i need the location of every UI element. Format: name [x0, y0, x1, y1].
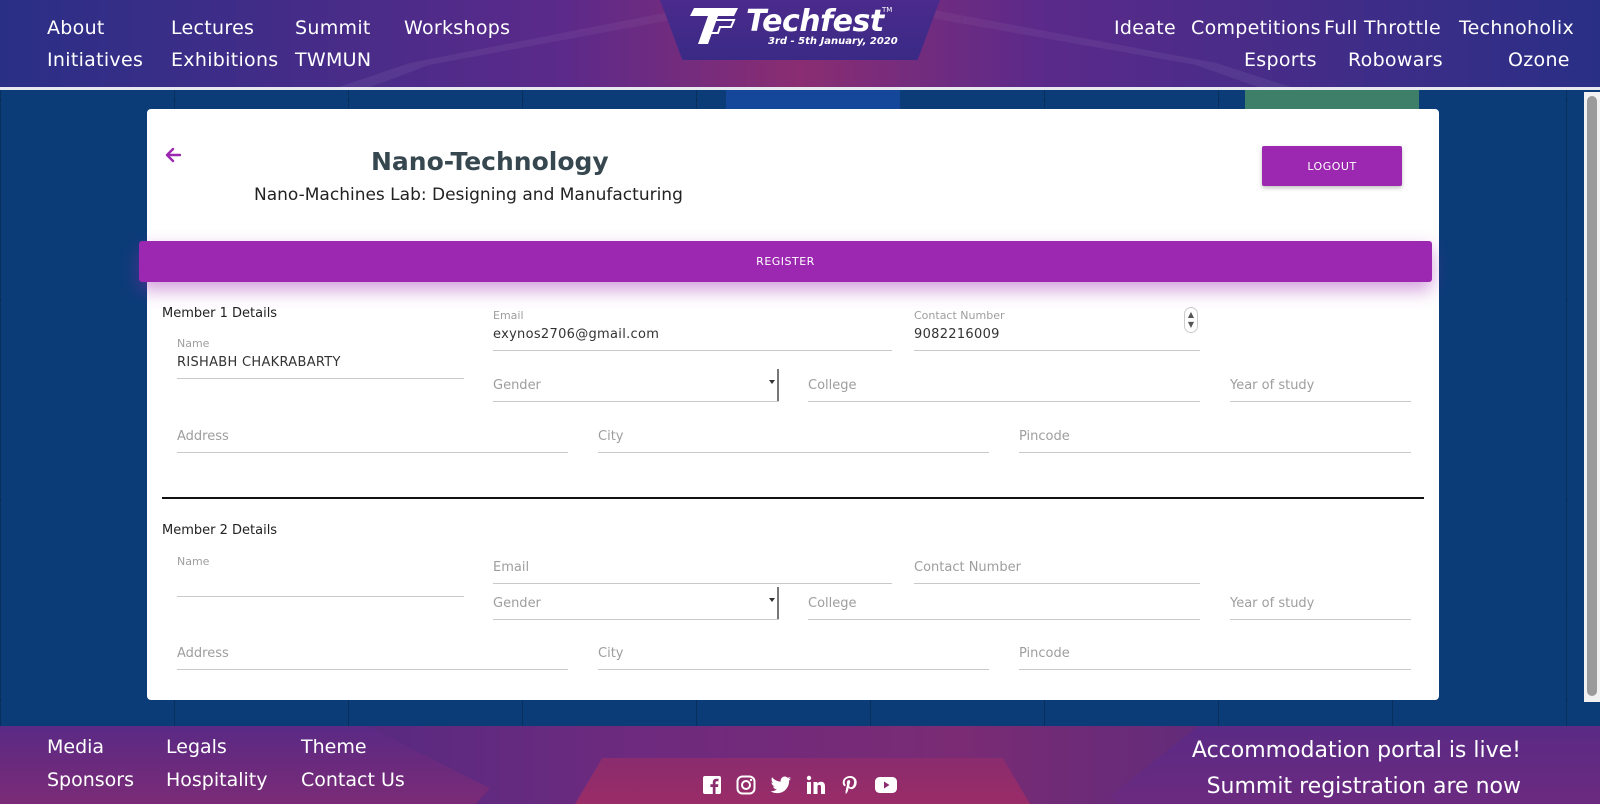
background-tile	[1245, 88, 1419, 110]
twitter-icon[interactable]	[770, 775, 792, 797]
nav-full-throttle[interactable]: Full Throttle	[1324, 17, 1441, 39]
year-placeholder: Year of study	[1230, 378, 1315, 393]
year-placeholder: Year of study	[1230, 596, 1315, 611]
nav-ozone[interactable]: Ozone	[1508, 49, 1570, 71]
nav-about[interactable]: About	[47, 17, 105, 39]
member-2-pincode-field[interactable]: Pincode	[1019, 637, 1411, 670]
dropdown-caret-icon	[767, 587, 779, 619]
nav-lectures[interactable]: Lectures	[171, 17, 254, 39]
event-title: Nano-Technology	[371, 147, 609, 176]
member-1-gender-select[interactable]: Gender	[493, 369, 779, 402]
nav-initiatives[interactable]: Initiatives	[47, 49, 143, 71]
dropdown-caret-icon	[767, 369, 779, 401]
gender-placeholder: Gender	[493, 378, 541, 393]
member-divider	[162, 497, 1424, 499]
nav-robowars[interactable]: Robowars	[1348, 49, 1443, 71]
footer-media-link[interactable]: Media	[47, 736, 104, 758]
college-placeholder: College	[808, 596, 857, 611]
footer-decoration	[575, 758, 1030, 804]
email-value: exynos2706@gmail.com	[493, 327, 660, 342]
name-label: Name	[177, 555, 210, 568]
nav-workshops[interactable]: Workshops	[404, 17, 510, 39]
member-2-address-field[interactable]: Address	[177, 637, 568, 670]
nav-exhibitions[interactable]: Exhibitions	[171, 49, 279, 71]
logo-dates: 3rd - 5th January, 2020	[768, 36, 898, 47]
logout-button[interactable]: LOGOUT	[1262, 146, 1402, 186]
nav-competitions[interactable]: Competitions	[1191, 17, 1321, 39]
stepper-down-icon[interactable]: ▼	[1188, 320, 1194, 330]
contact-label: Contact Number	[914, 309, 1005, 322]
header-decoration	[880, 0, 1300, 90]
email-label: Email	[493, 309, 524, 322]
city-placeholder: City	[598, 429, 624, 444]
name-label: Name	[177, 337, 210, 350]
top-navigation: About Lectures Summit Workshops Initiati…	[0, 0, 1600, 90]
page-scrollbar[interactable]	[1584, 92, 1600, 702]
event-subtitle: Nano-Machines Lab: Designing and Manufac…	[254, 185, 683, 205]
number-stepper[interactable]: ▲ ▼	[1184, 307, 1198, 333]
member-2-city-field[interactable]: City	[598, 637, 989, 670]
back-arrow-icon[interactable]	[165, 147, 183, 165]
member-1-pincode-field[interactable]: Pincode	[1019, 420, 1411, 453]
member-1-email-field[interactable]: Email exynos2706@gmail.com	[493, 309, 892, 351]
address-placeholder: Address	[177, 429, 229, 444]
logo-brand: Techfest	[746, 4, 884, 39]
pincode-placeholder: Pincode	[1019, 646, 1070, 661]
stepper-up-icon[interactable]: ▲	[1188, 310, 1194, 320]
footer-theme-link[interactable]: Theme	[301, 736, 367, 758]
member-1-contact-field[interactable]: Contact Number 9082216009 ▲ ▼	[914, 307, 1200, 351]
instagram-icon[interactable]	[736, 775, 758, 797]
member-2-email-field[interactable]: Email	[493, 539, 892, 584]
member-1-address-field[interactable]: Address	[177, 420, 568, 453]
nav-summit[interactable]: Summit	[295, 17, 371, 39]
member-2-heading: Member 2 Details	[162, 523, 278, 538]
email-placeholder: Email	[493, 560, 530, 575]
footer: Media Legals Theme Sponsors Hospitality …	[0, 726, 1600, 804]
register-button[interactable]: REGISTER	[139, 241, 1432, 282]
registration-card: Nano-Technology Nano-Machines Lab: Desig…	[147, 109, 1439, 700]
pinterest-icon[interactable]	[840, 775, 862, 797]
address-placeholder: Address	[177, 646, 229, 661]
member-1-name-field[interactable]: Name RISHABH CHAKRABARTY	[177, 337, 464, 379]
college-placeholder: College	[808, 378, 857, 393]
linkedin-icon[interactable]	[806, 775, 828, 797]
member-2-college-field[interactable]: College	[808, 587, 1200, 620]
logo-tm: TM	[882, 6, 893, 14]
facebook-icon[interactable]	[702, 775, 724, 797]
footer-legals-link[interactable]: Legals	[166, 736, 227, 758]
nav-twmun[interactable]: TWMUN	[295, 49, 371, 71]
contact-value: 9082216009	[914, 327, 1000, 342]
member-1-heading: Member 1 Details	[162, 306, 278, 321]
announcement-line-2[interactable]: Summit registration are now	[1207, 774, 1521, 799]
nav-ideate[interactable]: Ideate	[1114, 17, 1176, 39]
name-value: RISHABH CHAKRABARTY	[177, 355, 341, 370]
city-placeholder: City	[598, 646, 624, 661]
member-2-contact-field[interactable]: Contact Number	[914, 539, 1200, 584]
member-1-college-field[interactable]: College	[808, 369, 1200, 402]
footer-hospitality-link[interactable]: Hospitality	[166, 769, 268, 791]
member-2-gender-select[interactable]: Gender	[493, 587, 779, 620]
announcement-line-1[interactable]: Accommodation portal is live!	[1192, 738, 1521, 763]
footer-sponsors-link[interactable]: Sponsors	[47, 769, 134, 791]
pincode-placeholder: Pincode	[1019, 429, 1070, 444]
nav-technoholix[interactable]: Technoholix	[1459, 17, 1574, 39]
scrollbar-thumb[interactable]	[1587, 96, 1597, 696]
nav-esports[interactable]: Esports	[1244, 49, 1317, 71]
member-1-year-field[interactable]: Year of study	[1230, 369, 1411, 402]
tf-logo-icon	[690, 8, 738, 44]
gender-placeholder: Gender	[493, 596, 541, 611]
member-1-city-field[interactable]: City	[598, 420, 989, 453]
member-2-year-field[interactable]: Year of study	[1230, 587, 1411, 620]
member-2-name-field[interactable]: Name	[177, 555, 464, 597]
youtube-icon[interactable]	[874, 775, 897, 797]
techfest-logo[interactable]: Techfest TM 3rd - 5th January, 2020	[688, 4, 898, 48]
contact-placeholder: Contact Number	[914, 560, 1021, 575]
footer-contact-link[interactable]: Contact Us	[301, 769, 405, 791]
